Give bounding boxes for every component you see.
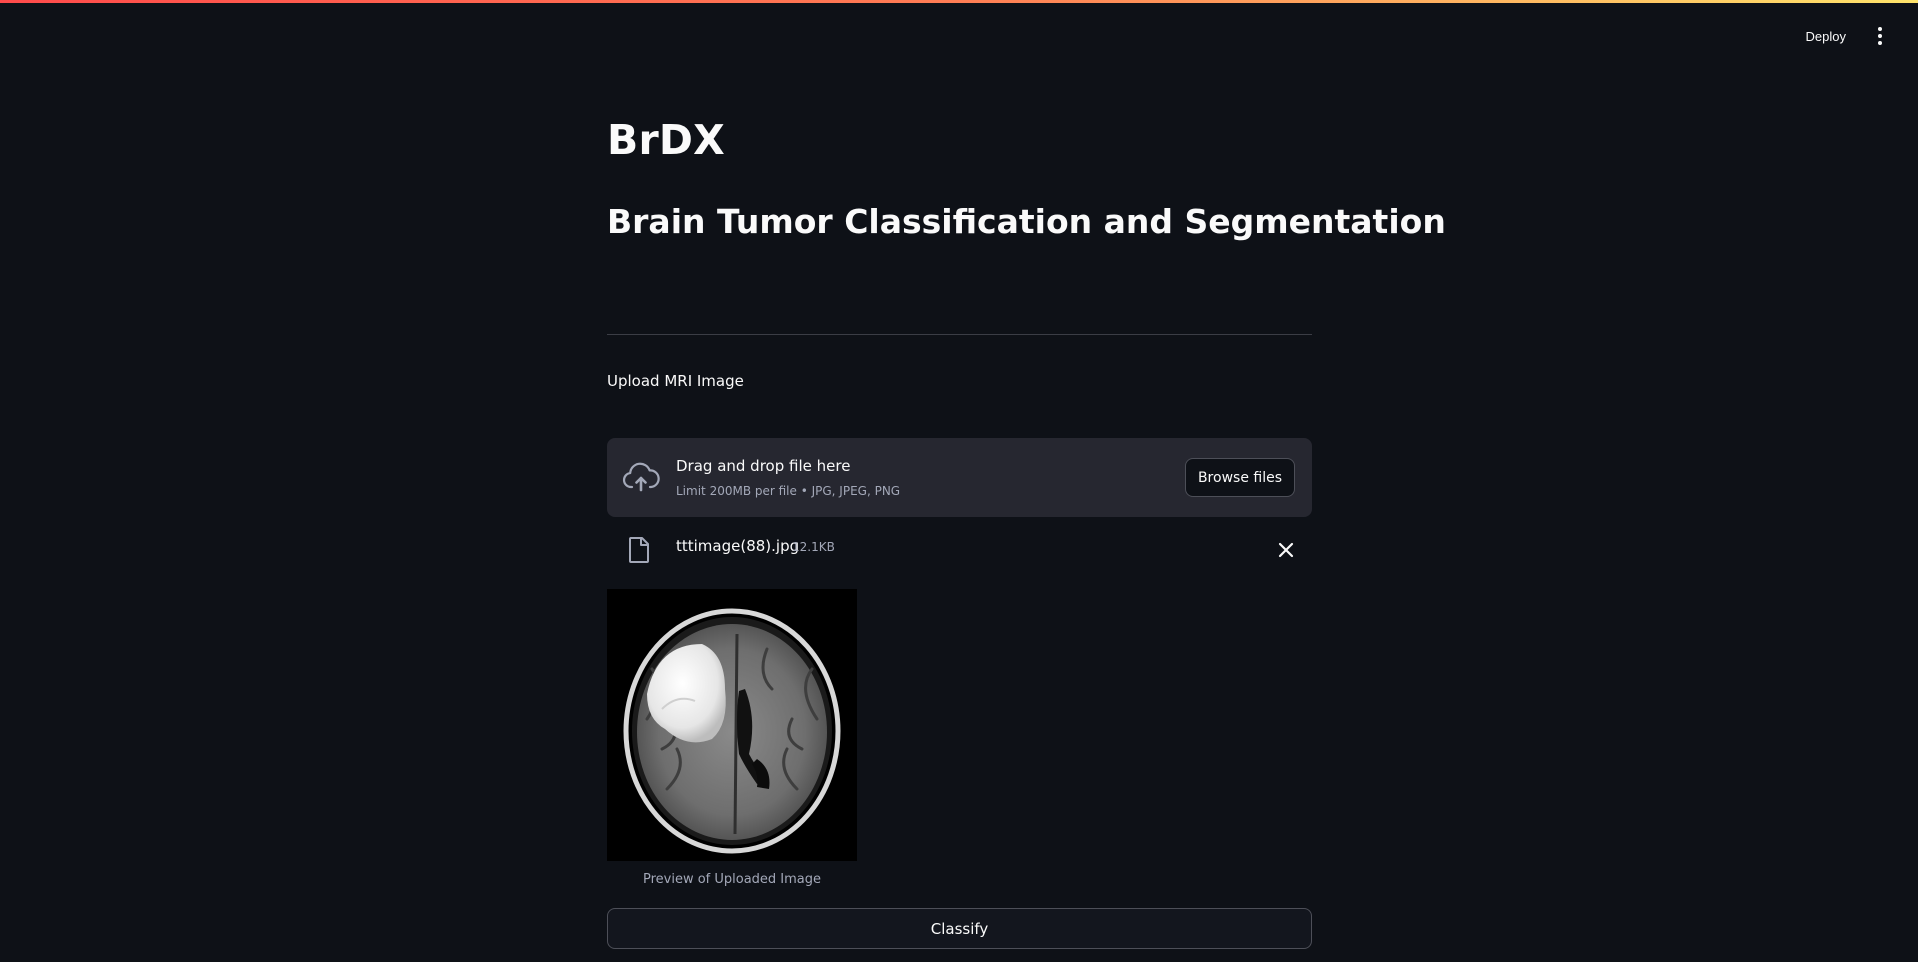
- file-dropzone[interactable]: Drag and drop file here Limit 200MB per …: [607, 438, 1312, 517]
- file-icon: [629, 537, 649, 563]
- uploaded-file-row: tttimage(88).jpg 12.1KB: [607, 530, 1312, 570]
- file-name: tttimage(88).jpg: [676, 537, 800, 555]
- cloud-upload-icon: [622, 462, 660, 492]
- page-subtitle: Brain Tumor Classification and Segmentat…: [607, 202, 1446, 241]
- brain-mri-scan: [607, 589, 857, 861]
- deploy-button[interactable]: Deploy: [1802, 23, 1850, 50]
- dropzone-limits: Limit 200MB per file • JPG, JPEG, PNG: [676, 484, 901, 498]
- mri-preview-image: [607, 589, 857, 861]
- classify-button[interactable]: Classify: [607, 908, 1312, 949]
- preview-caption: Preview of Uploaded Image: [642, 872, 822, 887]
- browse-files-button[interactable]: Browse files: [1184, 458, 1295, 497]
- top-decoration-bar: [0, 0, 1918, 3]
- divider: [607, 334, 1312, 335]
- app-title: BrDX: [607, 116, 725, 164]
- dropzone-instructions: Drag and drop file here: [676, 457, 851, 475]
- file-size: 12.1KB: [792, 540, 835, 554]
- upload-label: Upload MRI Image: [607, 372, 744, 390]
- toolbar: Deploy: [1802, 22, 1890, 50]
- close-icon[interactable]: [1274, 538, 1298, 562]
- more-vertical-icon[interactable]: [1870, 22, 1890, 50]
